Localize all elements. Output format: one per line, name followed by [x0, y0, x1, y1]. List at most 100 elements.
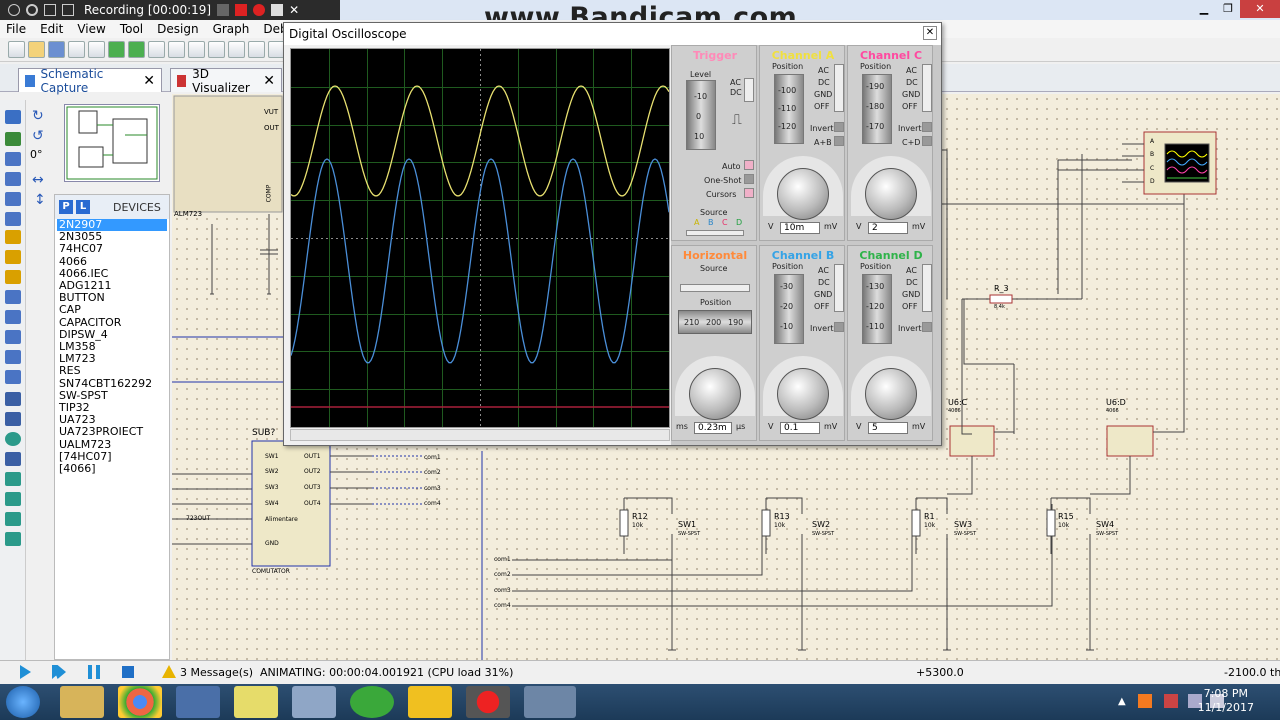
- device-item[interactable]: 4066: [57, 256, 167, 268]
- device-item[interactable]: [4066]: [57, 463, 167, 475]
- channel-a-volts-knob[interactable]: [777, 168, 829, 220]
- device-item[interactable]: SN74CBT162292: [57, 378, 167, 390]
- open-folder-icon[interactable]: [28, 41, 45, 58]
- subcircuit-icon[interactable]: [5, 230, 21, 244]
- camera-icon[interactable]: [271, 4, 284, 16]
- new-file-icon[interactable]: [8, 41, 25, 58]
- trigger-cursors-button[interactable]: [744, 188, 754, 198]
- channel-a-sum-button[interactable]: [834, 136, 844, 146]
- stop-sim-icon[interactable]: [122, 666, 134, 678]
- pick-devices-button[interactable]: P: [59, 200, 73, 214]
- settings-icon[interactable]: [8, 4, 20, 16]
- grid-icon[interactable]: [88, 41, 105, 58]
- oscilloscope-window[interactable]: Digital Oscilloscope ✕ Trigger Level -10…: [283, 22, 942, 446]
- device-item[interactable]: UALM723: [57, 439, 167, 451]
- arc-icon[interactable]: [5, 452, 21, 466]
- channel-d-coupling-switch[interactable]: [922, 264, 932, 312]
- menu-tool[interactable]: Tool: [120, 22, 143, 36]
- channel-b-invert-button[interactable]: [834, 322, 844, 332]
- gate-u6c[interactable]: [949, 425, 995, 457]
- device-item[interactable]: UA723PROIECT: [57, 426, 167, 438]
- close-tab-icon[interactable]: ✕: [263, 73, 275, 89]
- oscilloscope-close-icon[interactable]: ✕: [923, 26, 937, 40]
- junction-icon[interactable]: [5, 152, 21, 166]
- tab-3d-visualizer[interactable]: 3D Visualizer ✕: [170, 67, 282, 95]
- generator-icon[interactable]: [5, 330, 21, 344]
- component-icon[interactable]: [5, 132, 21, 146]
- pause-sim-icon[interactable]: [88, 665, 100, 679]
- label-icon[interactable]: [5, 172, 21, 186]
- menu-edit[interactable]: Edit: [40, 22, 63, 36]
- chip-icon[interactable]: [188, 41, 205, 58]
- forward-icon[interactable]: [128, 41, 145, 58]
- zoom-in-icon[interactable]: [208, 41, 225, 58]
- text-icon[interactable]: [5, 192, 21, 206]
- back-icon[interactable]: [108, 41, 125, 58]
- horizontal-time-value[interactable]: 0.23m: [694, 422, 732, 434]
- horizontal-source-slider[interactable]: [680, 284, 750, 292]
- close-tab-icon[interactable]: ✕: [143, 73, 155, 89]
- rotate-cw-icon[interactable]: ↻: [32, 108, 44, 124]
- path-icon[interactable]: [5, 472, 21, 486]
- tool-taskbar-icon[interactable]: [524, 686, 576, 718]
- device-item[interactable]: UA723: [57, 414, 167, 426]
- device-item[interactable]: 4066.IEC: [57, 268, 167, 280]
- trigger-coupling-switch[interactable]: [744, 78, 754, 102]
- device-item[interactable]: DIPSW_4: [57, 329, 167, 341]
- proteus-taskbar-icon[interactable]: [408, 686, 452, 718]
- menu-file[interactable]: File: [6, 22, 26, 36]
- oscilloscope-title-bar[interactable]: Digital Oscilloscope: [284, 23, 941, 45]
- trigger-auto-button[interactable]: [744, 160, 754, 170]
- close-window-icon[interactable]: ✕: [1240, 0, 1280, 18]
- tray-flag-icon[interactable]: [1164, 694, 1178, 708]
- channel-c-coupling-switch[interactable]: [922, 64, 932, 112]
- device-item[interactable]: SW-SPST: [57, 390, 167, 402]
- zoom-out-icon[interactable]: [228, 41, 245, 58]
- device-item[interactable]: 2N3055: [57, 231, 167, 243]
- device-item[interactable]: [74HC07]: [57, 451, 167, 463]
- horizontal-time-knob[interactable]: [689, 368, 741, 420]
- channel-b-coupling-switch[interactable]: [834, 264, 844, 312]
- terminal-icon[interactable]: [5, 250, 21, 264]
- tab-schematic-capture[interactable]: Schematic Capture ✕: [18, 67, 162, 95]
- channel-b-volts-value[interactable]: 0.1: [780, 422, 820, 434]
- channel-c-sum-button[interactable]: [922, 136, 932, 146]
- channel-d-volts-value[interactable]: 5: [868, 422, 908, 434]
- channel-b-volts-knob[interactable]: [777, 368, 829, 420]
- taskbar-clock[interactable]: 7:08 PM 11/1/2017: [1198, 687, 1254, 715]
- probe-icon[interactable]: [5, 350, 21, 364]
- refresh-icon[interactable]: [168, 41, 185, 58]
- channel-d-volts-knob[interactable]: [865, 368, 917, 420]
- screen-icon[interactable]: [44, 4, 56, 16]
- channel-a-invert-button[interactable]: [834, 122, 844, 132]
- step-icon[interactable]: [52, 665, 66, 679]
- channel-d-invert-button[interactable]: [922, 322, 932, 332]
- explorer-taskbar-icon[interactable]: [60, 686, 104, 718]
- select-arrow-icon[interactable]: [5, 110, 21, 124]
- device-item[interactable]: 2N2907: [57, 219, 167, 232]
- instrument-icon[interactable]: [5, 370, 21, 384]
- device-item[interactable]: RES: [57, 365, 167, 377]
- utorrent-taskbar-icon[interactable]: [350, 686, 394, 718]
- tape-icon[interactable]: [5, 310, 21, 324]
- menu-view[interactable]: View: [77, 22, 105, 36]
- menu-design[interactable]: Design: [157, 22, 198, 36]
- device-item[interactable]: CAPACITOR: [57, 317, 167, 329]
- pause-icon[interactable]: [235, 4, 248, 16]
- close-icon[interactable]: ✕: [289, 4, 301, 16]
- mirror-h-icon[interactable]: ↔: [32, 172, 44, 188]
- tray-arrow-icon[interactable]: ▲: [1118, 696, 1126, 707]
- library-button[interactable]: L: [76, 200, 90, 214]
- device-item[interactable]: LM723: [57, 353, 167, 365]
- graph-icon[interactable]: [5, 290, 21, 304]
- bus-icon[interactable]: [5, 212, 21, 226]
- zoom-fit-icon[interactable]: [248, 41, 265, 58]
- line-icon[interactable]: [5, 392, 21, 406]
- channel-c-invert-button[interactable]: [922, 122, 932, 132]
- save-icon[interactable]: [48, 41, 65, 58]
- search-icon[interactable]: [26, 4, 38, 16]
- menu-graph[interactable]: Graph: [213, 22, 250, 36]
- overview-preview[interactable]: [64, 104, 160, 182]
- record-taskbar-icon[interactable]: [466, 686, 510, 718]
- oscilloscope-scrollbar[interactable]: [290, 429, 670, 441]
